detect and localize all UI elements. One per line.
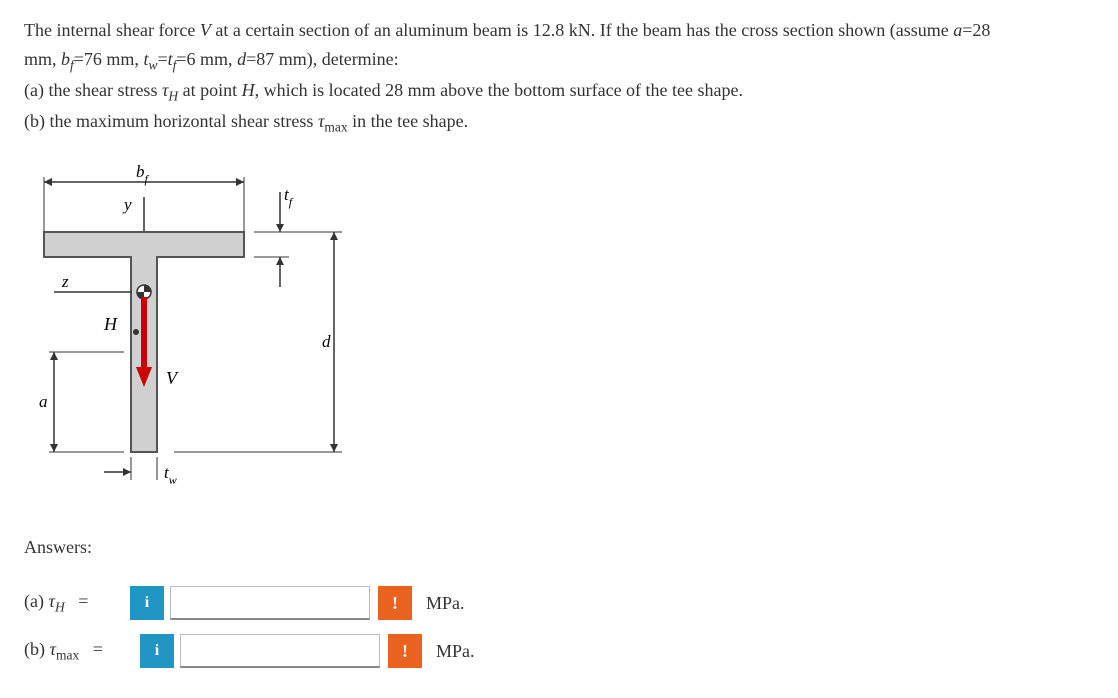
text: =76 mm, bbox=[74, 49, 144, 69]
text: mm, bbox=[24, 49, 61, 69]
unit-label: MPa. bbox=[426, 593, 465, 614]
text: The internal shear force bbox=[24, 20, 200, 40]
tee-beam-diagram: bf y tf z V H a bbox=[24, 162, 1094, 497]
diagram-svg: bf y tf z V H a bbox=[24, 162, 364, 492]
H-label: H bbox=[103, 314, 118, 334]
problem-statement: The internal shear force V at a certain … bbox=[24, 16, 1094, 138]
warning-icon: ! bbox=[388, 634, 422, 668]
answer-b-input[interactable] bbox=[180, 634, 380, 668]
text: =28 bbox=[962, 20, 990, 40]
var-tau-sub: max bbox=[324, 120, 347, 135]
text: = bbox=[157, 49, 167, 69]
tw-label: tw bbox=[164, 463, 177, 487]
answer-a-label: (a) τH = bbox=[24, 591, 124, 616]
text: =87 mm), determine: bbox=[246, 49, 399, 69]
answer-b-label: (b) τmax = bbox=[24, 639, 134, 664]
var-bf: b bbox=[61, 49, 70, 69]
text: at point bbox=[178, 80, 242, 100]
warning-icon: ! bbox=[378, 586, 412, 620]
a-label: a bbox=[39, 392, 48, 411]
text: (a) the shear stress bbox=[24, 80, 162, 100]
answer-a-input[interactable] bbox=[170, 586, 370, 620]
text: , which is located 28 mm above the botto… bbox=[255, 80, 743, 100]
var-H: H bbox=[242, 80, 255, 100]
var-V: V bbox=[200, 20, 211, 40]
var-tau-sub: H bbox=[168, 89, 178, 104]
y-label: y bbox=[122, 195, 132, 214]
var-a: a bbox=[953, 20, 962, 40]
z-label: z bbox=[61, 272, 69, 291]
text: (b) the maximum horizontal shear stress bbox=[24, 111, 318, 131]
answer-a-row: (a) τH = i ! MPa. bbox=[24, 586, 1094, 620]
info-icon[interactable]: i bbox=[140, 634, 174, 668]
V-label: V bbox=[166, 368, 179, 388]
answer-b-row: (b) τmax = i ! MPa. bbox=[24, 634, 1094, 668]
text: in the tee shape. bbox=[348, 111, 468, 131]
var-d: d bbox=[237, 49, 246, 69]
text: =6 mm, bbox=[176, 49, 237, 69]
d-label: d bbox=[322, 332, 331, 351]
info-icon[interactable]: i bbox=[130, 586, 164, 620]
text: at a certain section of an aluminum beam… bbox=[211, 20, 953, 40]
answers-heading: Answers: bbox=[24, 537, 1094, 558]
tf-label: tf bbox=[284, 185, 294, 209]
